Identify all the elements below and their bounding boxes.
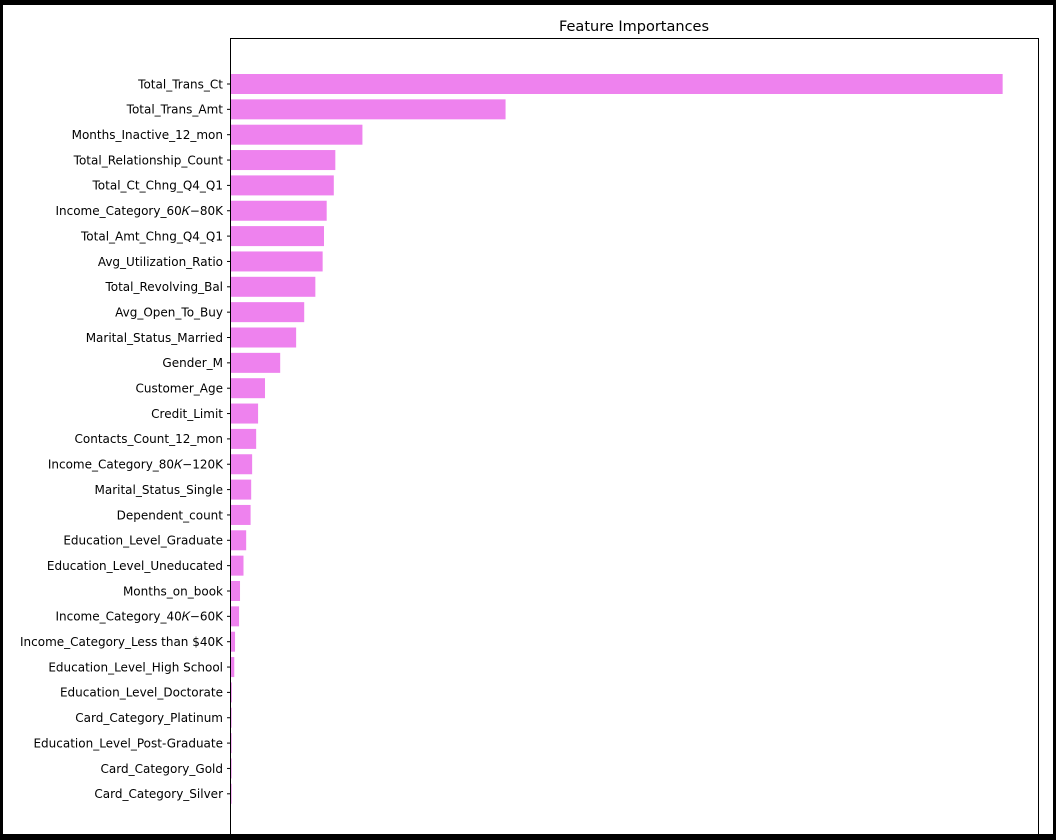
y-tick-label: Total_Revolving_Bal: [104, 280, 223, 294]
y-tick-label: Income_Category_40𝐾−60K: [55, 610, 224, 624]
bar-25: [231, 682, 232, 703]
bar-14: [231, 403, 259, 424]
y-tick-label: Income_Category_Less than $40K: [20, 635, 224, 649]
y-tick-label: Education_Level_Post-Graduate: [33, 736, 223, 750]
y-tick-label: Education_Level_High School: [48, 660, 223, 674]
bar-11: [231, 327, 297, 348]
feature-importance-chart: Feature Importances Total_Trans_CtTotal_…: [20, 19, 1039, 840]
bar-1: [231, 74, 1003, 94]
bar-16: [231, 454, 253, 475]
bar-20: [231, 555, 244, 576]
bar-5: [231, 175, 334, 196]
y-tick-label: Months_on_book: [123, 584, 223, 598]
bar-17: [231, 479, 252, 500]
y-tick-label: Income_Category_80𝐾−120K: [48, 458, 224, 472]
bar-19: [231, 530, 247, 551]
bar-21: [231, 581, 241, 601]
bar-10: [231, 302, 305, 323]
y-tick-labels: Total_Trans_Ct Total_Trans_Amt Months_Inac…: [20, 77, 231, 801]
y-tick-label: Avg_Open_To_Buy: [115, 305, 223, 319]
bar-27: [231, 733, 232, 754]
y-tick-label: Total_Amt_Chng_Q4_Q1: [80, 229, 223, 243]
y-tick-label: Total_Trans_Amt: [126, 103, 224, 117]
bar-15: [231, 428, 257, 449]
plot-area-frame: [230, 38, 1039, 840]
y-tick-label: Gender_M: [162, 356, 223, 370]
bar-12: [231, 352, 281, 373]
bar-24: [231, 657, 235, 678]
y-tick-label: Customer_Age: [136, 382, 224, 396]
y-tick-label: Education_Level_Uneducated: [47, 559, 223, 573]
y-tick-label: Dependent_count: [117, 508, 224, 522]
bar-28: [231, 758, 232, 779]
bar-6: [231, 200, 327, 221]
bar-22: [231, 606, 240, 627]
y-tick-label: Income_Category_60𝐾−80K: [55, 204, 224, 218]
y-tick-label: Total_Ct_Chng_Q4_Q1: [92, 179, 223, 193]
y-tick-label: Contacts_Count_12_mon: [75, 432, 223, 446]
y-tick-label: Card_Category_Silver: [94, 787, 223, 801]
y-tick-label: Marital_Status_Single: [95, 483, 224, 497]
bar-23: [231, 631, 236, 652]
bar-9: [231, 276, 316, 297]
bar-29: [231, 783, 232, 804]
y-tick-label: Card_Category_Platinum: [75, 711, 223, 725]
bar-18: [231, 504, 251, 525]
bar-4: [231, 150, 336, 171]
y-tick-label: Avg_Utilization_Ratio: [98, 255, 223, 269]
bar-8: [231, 251, 323, 272]
bar-3: [231, 124, 363, 145]
bar-13: [231, 378, 266, 399]
y-tick-label: Education_Level_Doctorate: [60, 686, 223, 700]
y-tick-label: Marital_Status_Married: [86, 331, 223, 345]
y-tick-label: Credit_Limit: [151, 407, 223, 421]
y-tick-label: Total_Trans_Ct: [137, 77, 223, 91]
y-tick-label: Months_Inactive_12_mon: [72, 128, 223, 142]
bar-7: [231, 226, 324, 247]
y-tick-label: Education_Level_Graduate: [63, 534, 223, 548]
y-tick-label: Card_Category_Gold: [101, 762, 223, 776]
chart-title: Feature Importances: [559, 19, 709, 35]
bar-26: [231, 707, 232, 728]
bars-layer: [231, 74, 1003, 804]
bar-2: [231, 99, 506, 120]
y-tick-label: Total_Relationship_Count: [73, 153, 224, 167]
